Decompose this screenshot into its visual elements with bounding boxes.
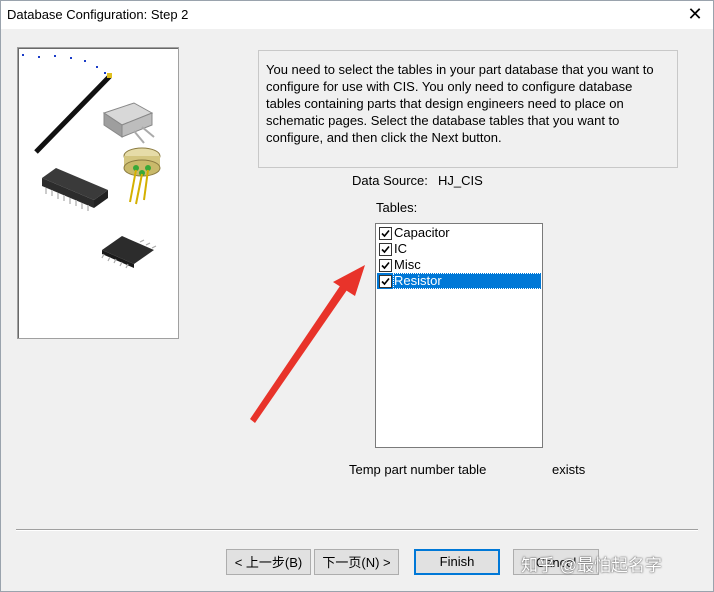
instructions-text: You need to select the tables in your pa… (266, 62, 654, 145)
data-source-label: Data Source: (352, 173, 428, 188)
back-button[interactable]: < 上一步(B) (226, 549, 311, 575)
table-item-label: Capacitor (394, 225, 450, 240)
checkbox-misc[interactable] (379, 259, 392, 272)
watermark-text: 知乎 @最怕起名字 (521, 556, 662, 575)
table-item-label: Misc (394, 257, 421, 272)
data-source-value: HJ_CIS (438, 173, 483, 188)
temp-table-label: Temp part number table (349, 462, 487, 477)
tables-listbox[interactable]: Capacitor IC Misc Resistor (375, 223, 543, 448)
electronic-parts-image (22, 54, 161, 269)
table-item-resistor[interactable]: Resistor (377, 273, 542, 289)
window-title: Database Configuration: Step 2 (7, 7, 189, 22)
checkmark-icon (381, 245, 390, 254)
temp-table-status: exists (552, 462, 586, 477)
checkbox-capacitor[interactable] (379, 227, 392, 240)
next-button[interactable]: 下一页(N) > (314, 549, 399, 575)
instructions-box: You need to select the tables in your pa… (258, 50, 678, 168)
close-icon[interactable]: ✕ (683, 3, 707, 25)
table-item-misc[interactable]: Misc (377, 257, 541, 273)
button-separator (16, 529, 698, 531)
components-illustration (17, 47, 179, 339)
finish-button[interactable]: Finish (414, 549, 500, 575)
table-item-label: Resistor (394, 273, 442, 288)
table-item-ic[interactable]: IC (377, 241, 541, 257)
checkmark-icon (381, 229, 390, 238)
checkbox-ic[interactable] (379, 243, 392, 256)
tables-label: Tables: (376, 200, 418, 215)
checkmark-icon (381, 261, 390, 270)
title-bar: Database Configuration: Step 2 ✕ (1, 1, 713, 29)
table-item-label: IC (394, 241, 407, 256)
checkmark-icon (381, 277, 390, 286)
checkbox-resistor[interactable] (379, 275, 392, 288)
table-item-capacitor[interactable]: Capacitor (377, 225, 541, 241)
dialog-window: Database Configuration: Step 2 ✕ You nee… (0, 0, 714, 592)
